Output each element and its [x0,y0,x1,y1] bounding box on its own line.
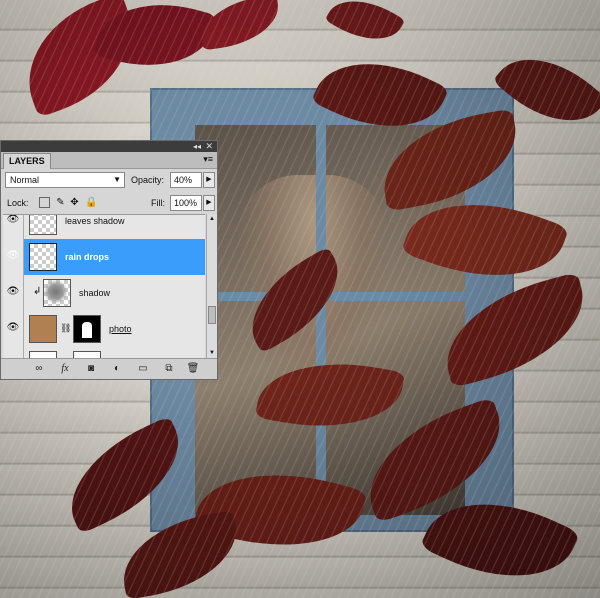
opacity-field[interactable]: 40% [170,172,202,188]
scroll-down-icon[interactable]: ▼ [207,348,217,358]
new-layer-icon[interactable]: ⧉ [161,362,177,376]
layer-row[interactable]: 👁 rain drops [3,239,205,276]
clipping-arrow-icon: ↲ [33,286,42,297]
opacity-label: Opacity: [131,175,165,185]
layer-row[interactable]: 👁 ↲ shadow [3,275,205,312]
layer-thumbnail [29,215,57,235]
eye-icon[interactable]: 👁 [6,215,20,226]
layer-thumbnail [29,243,57,271]
fx-icon[interactable]: fx [57,362,73,376]
layer-name: photo [109,324,132,334]
layer-thumbnail [43,279,71,307]
blend-mode-select[interactable]: Normal ▼ [5,172,125,188]
panel-tab-row: LAYERS ▾≡ [1,152,217,169]
lock-all-icon[interactable]: 🔒 [85,197,97,208]
tab-layers[interactable]: LAYERS [3,153,51,169]
panel-footer: ∞ fx ◙ ◐ ▭ ⧉ 🗑 [1,358,217,379]
layer-name: leaves shadow [65,216,125,226]
eye-icon[interactable]: 👁 [6,286,20,298]
lock-label: Lock: [7,198,29,208]
lock-transparency-icon[interactable] [39,197,50,208]
lock-pixels-icon[interactable]: ✎ [55,197,66,208]
blend-mode-value: Normal [10,175,40,185]
layer-row[interactable]: 👁 ⛓ photo [3,311,205,348]
layers-panel: ◂◂ ✕ LAYERS ▾≡ Normal ▼ Opacity: 40% ▶ L… [0,140,218,380]
opacity-slider-button[interactable]: ▶ [203,172,215,188]
panel-menu-icon[interactable]: ▾≡ [203,154,213,165]
panel-titlebar[interactable]: ◂◂ ✕ [1,141,217,152]
layers-scrollbar[interactable]: ▲ ▼ [206,214,217,358]
blend-opacity-row: Normal ▼ Opacity: 40% ▶ [5,172,215,190]
double-arrow-icon[interactable]: ◂◂ [193,141,201,152]
layer-thumbnail [29,315,57,343]
adjustment-icon[interactable]: ◐ [109,362,125,376]
layer-name: shadow [79,288,111,298]
layer-name: rain drops [65,252,110,262]
mask-icon[interactable]: ◙ [83,362,99,376]
trash-icon[interactable]: 🗑 [185,362,201,376]
layer-mask-thumbnail[interactable] [73,315,101,343]
lock-fill-row: Lock: ✎ ✥ 🔒 Fill: 100% ▶ [5,195,215,213]
fill-slider-button[interactable]: ▶ [203,195,215,211]
scroll-thumb[interactable] [208,306,216,324]
lock-position-icon[interactable]: ✥ [69,197,80,208]
chevron-down-icon: ▼ [113,175,121,184]
fill-field[interactable]: 100% [170,195,202,211]
fill-label: Fill: [151,198,165,208]
link-icon[interactable]: ∞ [31,362,47,376]
chain-link-icon[interactable]: ⛓ [60,323,71,334]
close-icon[interactable]: ✕ [205,141,213,152]
layers-list: 👁 leaves shadow 👁 rain drops 👁 ↲ shadow … [3,214,205,359]
folder-icon[interactable]: ▭ [135,362,151,376]
layer-row[interactable]: 👁 leaves shadow [3,215,205,240]
eye-icon[interactable]: 👁 [6,322,20,334]
scroll-up-icon[interactable]: ▲ [207,214,217,224]
eye-icon[interactable]: 👁 [6,250,20,262]
